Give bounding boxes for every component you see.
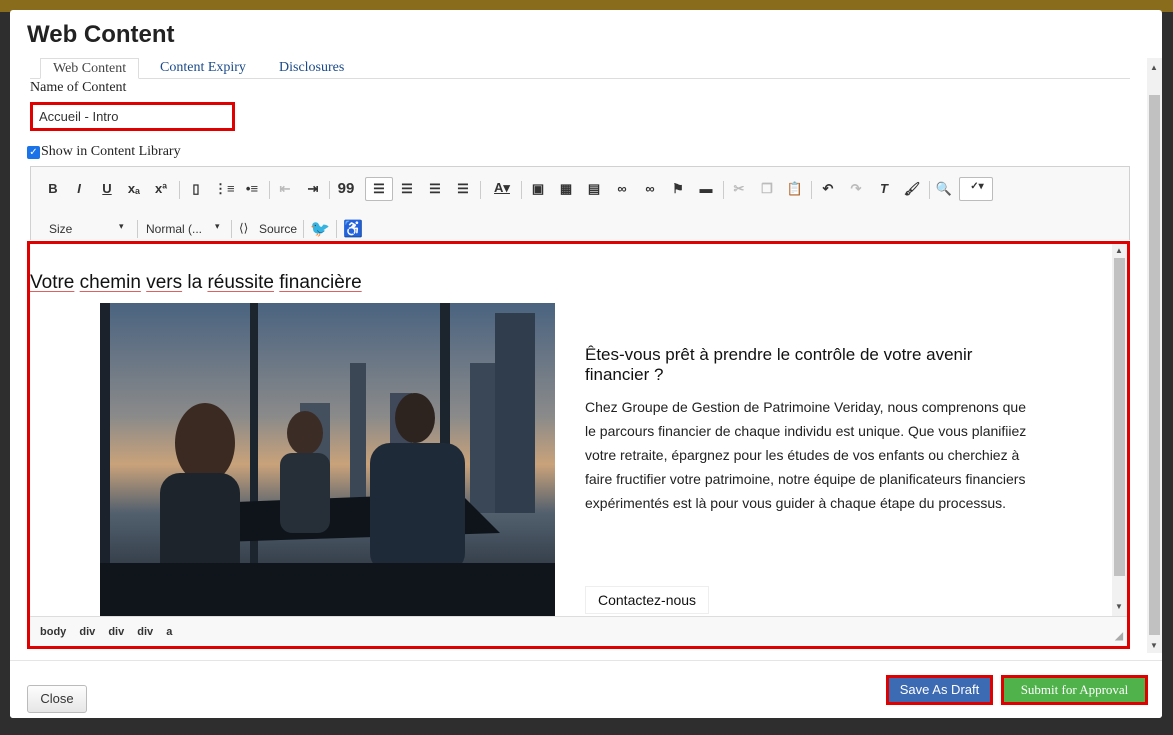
business-meeting-photo bbox=[100, 303, 555, 626]
align-right-icon[interactable]: ☰ bbox=[425, 181, 445, 197]
accessibility-icon[interactable]: ♿ bbox=[343, 219, 363, 239]
source-icon[interactable]: ⟨⟩ bbox=[239, 221, 248, 235]
toolbar-separator bbox=[480, 181, 481, 199]
outdent-icon[interactable]: ⇤ bbox=[275, 181, 295, 197]
close-button[interactable]: Close bbox=[27, 685, 87, 713]
path-item[interactable]: div bbox=[79, 626, 95, 638]
toolbar-separator bbox=[231, 220, 232, 238]
paint-format-icon[interactable]: 🖌 bbox=[902, 181, 922, 197]
cut-icon[interactable]: ✂ bbox=[729, 181, 749, 197]
heading-word: la bbox=[187, 272, 203, 293]
anchor-flag-icon[interactable]: ⚑ bbox=[668, 181, 688, 197]
block-title: Êtes-vous prêt à prendre le contrôle de … bbox=[585, 345, 973, 384]
show-in-library-row: ✓ Show in Content Library bbox=[27, 144, 181, 160]
numbered-list-icon[interactable]: ⋮≡ bbox=[214, 181, 235, 197]
heading-word: réussite bbox=[207, 272, 274, 293]
justify-icon[interactable]: ☰ bbox=[453, 181, 473, 197]
scroll-up-icon[interactable]: ▲ bbox=[1115, 246, 1123, 255]
submit-for-approval-button[interactable]: Submit for Approval bbox=[1001, 675, 1148, 705]
modal-footer: Close Save As Draft Submit for Approval bbox=[10, 660, 1162, 718]
toolbar-separator bbox=[137, 220, 138, 238]
italic-button[interactable]: I bbox=[69, 181, 89, 196]
toolbar-separator bbox=[269, 181, 270, 199]
block-body: Chez Groupe de Gestion de Patrimoine Ver… bbox=[585, 399, 1027, 511]
tab-bar: Web Content Content Expiry Disclosures bbox=[30, 58, 1130, 79]
format-dropdown[interactable]: Normal (... bbox=[146, 222, 202, 236]
align-left-icon[interactable]: ☰ bbox=[369, 181, 389, 197]
size-dropdown[interactable]: Size bbox=[49, 222, 72, 236]
modal-title: Web Content bbox=[27, 21, 175, 48]
meeting-photo-illustration bbox=[100, 303, 555, 626]
save-as-draft-button[interactable]: Save As Draft bbox=[886, 675, 993, 705]
rich-text-editor[interactable]: ▲ ▼ Votre chemin vers la réussite financ… bbox=[27, 241, 1130, 649]
toolbar-separator bbox=[336, 220, 337, 238]
modal-scrollbar[interactable]: ▲ ▼ bbox=[1147, 58, 1162, 653]
link-icon[interactable]: ∞ bbox=[612, 181, 632, 196]
heading-word: vers bbox=[146, 272, 183, 293]
editor-scroll-thumb[interactable] bbox=[1114, 258, 1125, 576]
tab-web-content[interactable]: Web Content bbox=[40, 58, 140, 79]
table-icon[interactable]: ▤ bbox=[584, 181, 604, 197]
size-chevron-down-icon[interactable]: ▾ bbox=[119, 221, 124, 232]
twitter-icon[interactable]: 🐦 bbox=[310, 219, 330, 239]
align-center-icon[interactable]: ☰ bbox=[397, 181, 417, 197]
show-in-library-checkbox[interactable]: ✓ bbox=[27, 145, 40, 159]
redo-icon[interactable]: ↷ bbox=[846, 181, 866, 197]
heading-word: Votre bbox=[30, 272, 75, 293]
element-path-bar: body div div div a ◢ bbox=[30, 616, 1127, 646]
show-in-library-label: Show in Content Library bbox=[41, 144, 181, 159]
media-icon[interactable]: ▦ bbox=[556, 181, 576, 197]
underline-button[interactable]: U bbox=[97, 181, 117, 196]
path-item[interactable]: body bbox=[40, 626, 66, 638]
bold-button[interactable]: B bbox=[43, 181, 63, 196]
heading-word: financière bbox=[279, 272, 362, 293]
undo-icon[interactable]: ↶ bbox=[818, 181, 838, 197]
web-content-modal: Web Content ▲ ▼ Web Content Content Expi… bbox=[10, 10, 1162, 718]
path-item[interactable]: div bbox=[108, 626, 124, 638]
toolbar-separator bbox=[329, 181, 330, 199]
contact-us-button[interactable]: Contactez-nous bbox=[585, 586, 710, 614]
scroll-down-icon[interactable]: ▼ bbox=[1150, 641, 1158, 650]
scroll-down-icon[interactable]: ▼ bbox=[1115, 602, 1123, 611]
blockquote-icon[interactable]: 99 bbox=[336, 180, 356, 197]
path-item[interactable]: div bbox=[137, 626, 153, 638]
superscript-button[interactable]: xª bbox=[151, 181, 171, 196]
indent-icon[interactable]: ⇥ bbox=[303, 181, 323, 197]
toolbar-separator bbox=[929, 181, 930, 199]
toolbar-separator bbox=[811, 181, 812, 199]
horizontal-rule-icon[interactable]: ▬ bbox=[696, 181, 716, 196]
bulleted-list-icon[interactable]: •≡ bbox=[242, 181, 262, 196]
content-heading: Votre chemin vers la réussite financière bbox=[30, 272, 362, 294]
scroll-up-icon[interactable]: ▲ bbox=[1150, 63, 1158, 72]
toolbar-separator bbox=[723, 181, 724, 199]
paste-icon[interactable]: 📋 bbox=[785, 181, 805, 197]
tab-content-expiry[interactable]: Content Expiry bbox=[148, 58, 258, 79]
editor-scrollbar[interactable]: ▲ ▼ bbox=[1112, 244, 1127, 616]
editor-toolbar: B I U xₐ xª ▯ ⋮≡ •≡ ⇤ ⇥ 99 ☰ ☰ ☰ ☰ A▾ ▣ … bbox=[30, 166, 1130, 240]
find-icon[interactable]: 🔍 bbox=[934, 181, 954, 197]
remove-format-icon[interactable]: T bbox=[874, 181, 894, 196]
text-color-icon[interactable]: A▾ bbox=[489, 180, 515, 196]
paragraph-icon[interactable]: ▯ bbox=[186, 181, 206, 197]
name-of-content-label: Name of Content bbox=[30, 80, 127, 95]
subscript-button[interactable]: xₐ bbox=[124, 181, 144, 196]
unlink-icon[interactable]: ∞ bbox=[640, 181, 660, 196]
image-icon[interactable]: ▣ bbox=[528, 181, 548, 197]
heading-word: chemin bbox=[79, 272, 141, 293]
resize-handle-icon[interactable]: ◢ bbox=[1115, 631, 1123, 642]
toolbar-separator bbox=[179, 181, 180, 199]
name-of-content-input[interactable]: Accueil - Intro bbox=[30, 102, 235, 131]
spellcheck-icon[interactable]: ✓▾ bbox=[964, 181, 990, 192]
path-item[interactable]: a bbox=[166, 626, 172, 638]
format-chevron-down-icon[interactable]: ▾ bbox=[215, 221, 220, 232]
tab-disclosures[interactable]: Disclosures bbox=[267, 58, 356, 79]
toolbar-separator bbox=[521, 181, 522, 199]
source-button[interactable]: Source bbox=[259, 222, 297, 236]
copy-icon[interactable]: ❐ bbox=[757, 181, 777, 197]
toolbar-separator bbox=[303, 220, 304, 238]
modal-scroll-thumb[interactable] bbox=[1149, 95, 1160, 635]
